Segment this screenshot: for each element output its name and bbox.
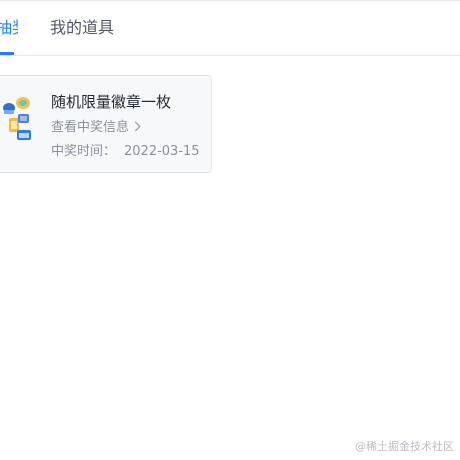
view-prize-info-label: 查看中奖信息 bbox=[51, 120, 130, 135]
tab-my-items-label: 我的道具 bbox=[50, 18, 115, 37]
tab-lottery-activity[interactable]: 抽奖活动 bbox=[0, 16, 18, 40]
tab-lottery-activity-label: 抽奖活动 bbox=[0, 18, 18, 37]
page: 抽奖活动 我的道具 随机限量徽章一枚 查看中奖信息 中奖时间： 2022-03-1… bbox=[0, 0, 460, 460]
tab-bar: 抽奖活动 我的道具 bbox=[0, 1, 460, 56]
badge-pack-icon bbox=[3, 97, 31, 140]
watermark: @稀土掘金技术社区 bbox=[355, 440, 454, 453]
view-prize-info-link[interactable]: 查看中奖信息 bbox=[51, 118, 141, 138]
tab-my-items[interactable]: 我的道具 bbox=[50, 16, 114, 40]
reward-card[interactable]: 随机限量徽章一枚 查看中奖信息 中奖时间： 2022-03-15 bbox=[0, 75, 212, 173]
prize-date: 中奖时间： 2022-03-15 bbox=[51, 142, 200, 162]
prize-date-value: 2022-03-15 bbox=[124, 144, 200, 159]
active-tab-indicator bbox=[0, 52, 14, 55]
reward-title: 随机限量徽章一枚 bbox=[51, 93, 172, 111]
chevron-right-icon bbox=[130, 121, 141, 132]
prize-date-label: 中奖时间： bbox=[51, 144, 117, 159]
